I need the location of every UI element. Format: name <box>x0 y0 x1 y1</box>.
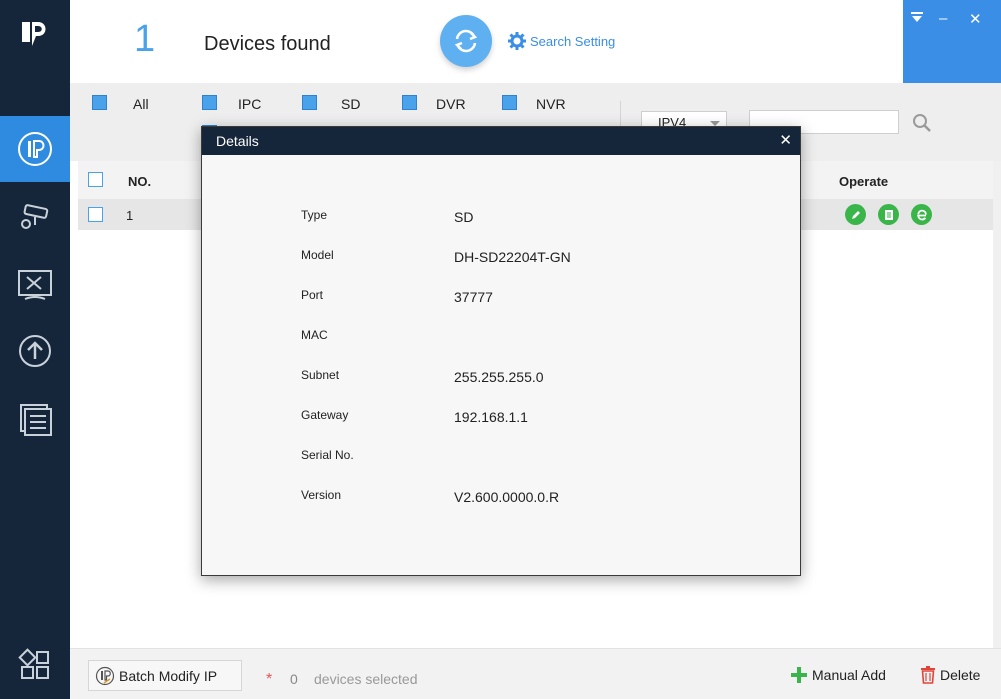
filter-ipc-checkbox[interactable] <box>202 95 217 110</box>
row-checkbox[interactable] <box>88 207 103 222</box>
sidebar-item-apps[interactable] <box>0 632 70 698</box>
refresh-icon <box>454 29 478 53</box>
filter-nvr-checkbox[interactable] <box>502 95 517 110</box>
detail-label-version: Version <box>301 488 342 502</box>
apps-icon <box>18 648 49 679</box>
tools-icon <box>18 270 52 300</box>
document-list-icon <box>20 404 52 436</box>
camera-config-icon <box>21 204 49 229</box>
detail-label-port: Port <box>301 288 324 302</box>
web-browser-icon <box>916 209 927 220</box>
filter-all-checkbox[interactable] <box>92 95 107 110</box>
detail-label-model: Model <box>301 248 334 262</box>
search-setting-label: Search Setting <box>530 33 616 49</box>
row-number: 1 <box>126 208 134 223</box>
config-tool-window: 1 Devices found Search Setting – ✕ All I… <box>0 0 1001 699</box>
minimize-button[interactable]: – <box>939 10 947 27</box>
dialog-close-button[interactable]: ✕ <box>779 131 792 149</box>
detail-label-gateway: Gateway <box>301 408 349 422</box>
sidebar-item-camera-config[interactable] <box>0 182 70 248</box>
col-operate-header: Operate <box>839 174 889 189</box>
detail-value-port: 37777 <box>454 289 493 305</box>
detail-label-mac: MAC <box>301 328 328 342</box>
filter-ipc-label: IPC <box>238 96 262 112</box>
edit-button[interactable] <box>845 204 866 225</box>
dialog-title-bar: Details ✕ <box>202 127 800 155</box>
sidebar <box>0 0 70 699</box>
required-star: * <box>266 671 273 688</box>
sidebar-item-ip[interactable] <box>0 116 70 182</box>
sidebar-item-document-list[interactable] <box>0 386 70 452</box>
web-browser-button[interactable] <box>911 204 932 225</box>
window-controls: – ✕ <box>903 0 1001 83</box>
footer: Batch Modify IP * 0 devices selected Man… <box>70 648 1001 699</box>
plus-icon <box>791 667 807 683</box>
search-setting-link[interactable]: Search Setting <box>508 32 615 50</box>
manual-add-label: Manual Add <box>812 667 886 683</box>
devices-selected-label: devices selected <box>314 671 418 687</box>
ip-icon <box>18 132 52 166</box>
detail-value-gateway: 192.168.1.1 <box>454 409 528 425</box>
filter-all-label: All <box>133 96 149 112</box>
batch-modify-ip-label: Batch Modify IP <box>119 667 218 684</box>
trash-icon <box>921 666 935 684</box>
filter-dvr-label: DVR <box>436 96 466 112</box>
batch-modify-ip-button[interactable]: Batch Modify IP <box>88 660 242 691</box>
vertical-scrollbar[interactable] <box>993 161 1001 648</box>
ip-edit-icon <box>95 666 115 685</box>
manual-add-button[interactable]: Manual Add <box>790 666 886 684</box>
search-icon[interactable] <box>912 113 932 133</box>
delete-label: Delete <box>940 667 981 683</box>
header: 1 Devices found Search Setting – ✕ <box>70 0 1001 83</box>
detail-label-type: Type <box>301 208 328 222</box>
filter-sd-label: SD <box>341 96 361 112</box>
details-dialog: Details ✕ Type SD Model DH-SD22204T-GN P… <box>201 126 801 576</box>
selected-count: 0 <box>290 671 298 687</box>
filter-nvr-label: NVR <box>536 96 566 112</box>
details-button[interactable] <box>878 204 899 225</box>
delete-button[interactable]: Delete <box>920 666 980 684</box>
detail-value-model: DH-SD22204T-GN <box>454 249 571 265</box>
dialog-title: Details <box>216 133 259 149</box>
menu-dropdown-icon[interactable] <box>911 12 923 24</box>
col-no-header: NO. <box>128 174 152 189</box>
detail-value-type: SD <box>454 209 474 225</box>
select-all-checkbox[interactable] <box>88 172 103 187</box>
details-icon <box>884 209 893 220</box>
detail-label-serial-no: Serial No. <box>301 448 354 462</box>
detail-value-subnet: 255.255.255.0 <box>454 369 544 385</box>
filter-sd-checkbox[interactable] <box>302 95 317 110</box>
app-logo-icon <box>22 22 46 46</box>
upgrade-icon <box>19 335 51 367</box>
close-button[interactable]: ✕ <box>969 10 982 28</box>
edit-icon <box>851 210 860 219</box>
filter-dvr-checkbox[interactable] <box>402 95 417 110</box>
detail-value-version: V2.600.0000.0.R <box>454 489 560 505</box>
refresh-button[interactable] <box>440 15 492 67</box>
sidebar-item-upgrade[interactable] <box>0 318 70 384</box>
detail-label-subnet: Subnet <box>301 368 340 382</box>
sidebar-item-tools[interactable] <box>0 252 70 318</box>
device-count: 1 <box>134 18 156 60</box>
devices-found-label: Devices found <box>204 33 331 55</box>
gear-icon <box>508 32 526 50</box>
